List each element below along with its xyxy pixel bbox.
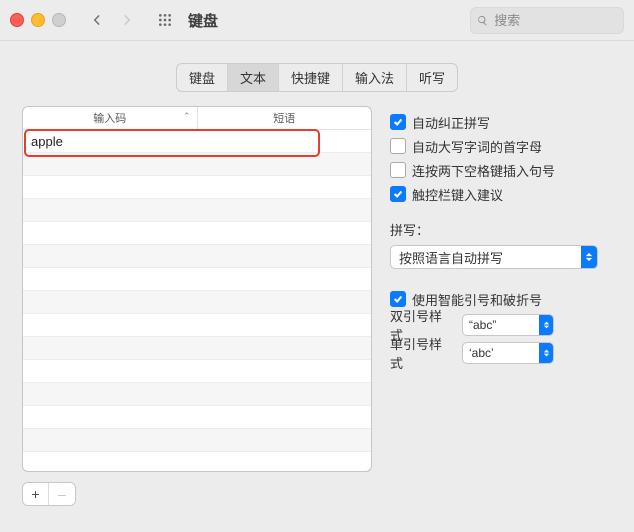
option-doublespace[interactable]: 连按两下空格键插入句号 [390,158,612,182]
stepper-icon [539,315,553,335]
checkbox-smartquotes[interactable] [390,291,406,307]
singlequote-select[interactable]: ‘abc’ [462,342,554,364]
spelling-select-value: 按照语言自动拼写 [391,248,581,267]
sort-indicator-icon: ⌃ [183,111,191,122]
table-row[interactable] [23,268,371,291]
table-row[interactable] [23,429,371,452]
show-all-button[interactable] [154,9,176,31]
stepper-icon [539,343,553,363]
traffic-lights [10,13,66,27]
cell-with [197,222,371,244]
stepper-icon [581,246,597,268]
checkbox-autocorrect[interactable] [390,114,406,130]
cell-with [197,360,371,382]
table-row[interactable] [23,245,371,268]
tab-bar: 键盘文本快捷键输入法听写 [0,63,634,92]
label-autocorrect: 自动纠正拼写 [412,113,490,132]
add-row-button[interactable]: + [23,483,49,505]
window-title: 键盘 [188,10,218,31]
cell-replace [23,429,197,451]
table-row[interactable] [23,452,371,472]
cell-replace [23,383,197,405]
cell-with [197,291,371,313]
cell-with [197,429,371,451]
table-row[interactable] [23,199,371,222]
window-toolbar: 键盘 [0,0,634,41]
option-autocorrect[interactable]: 自动纠正拼写 [390,110,612,134]
cell-with [197,268,371,290]
cell-with [197,153,371,175]
cell-replace [23,153,197,175]
cell-with [197,406,371,428]
text-replacement-table[interactable]: 输入码 ⌃ 短语 apple [22,106,372,472]
cell-with [197,176,371,198]
cell-with [197,199,371,221]
table-header-with-label: 短语 [273,110,295,126]
cell-replace [23,199,197,221]
cell-replace [23,176,197,198]
cell-replace [23,452,197,472]
table-row[interactable] [23,406,371,429]
cell-replace [23,360,197,382]
remove-row-button[interactable]: – [49,483,75,505]
checkbox-doublespace[interactable] [390,162,406,178]
tab-4[interactable]: 听写 [407,64,457,91]
cell-replace [23,337,197,359]
table-row[interactable] [23,360,371,383]
cell-with [197,130,371,152]
table-row[interactable] [23,314,371,337]
table-row[interactable] [23,222,371,245]
cell-replace: apple [23,130,197,152]
cell-replace [23,268,197,290]
table-row[interactable] [23,153,371,176]
singlequote-label: 单引号样式 [390,334,454,372]
spelling-label: 拼写： [390,220,612,239]
minimize-window-button[interactable] [31,13,45,27]
tab-2[interactable]: 快捷键 [279,64,343,91]
checkbox-capitalize[interactable] [390,138,406,154]
search-icon [477,14,488,27]
cell-with [197,452,371,472]
singlequote-select-value: ‘abc’ [463,346,539,360]
table-row[interactable] [23,337,371,360]
table-header-with[interactable]: 短语 [198,107,372,129]
cell-with [197,337,371,359]
tab-3[interactable]: 输入法 [343,64,407,91]
label-capitalize: 自动大写字词的首字母 [412,137,542,156]
cell-with [197,314,371,336]
forward-button[interactable] [116,9,138,31]
checkbox-touchbar[interactable] [390,186,406,202]
cell-replace [23,222,197,244]
cell-replace [23,245,197,267]
search-field[interactable] [470,7,624,34]
tab-segmented-control[interactable]: 键盘文本快捷键输入法听写 [176,63,458,92]
table-header-replace-label: 输入码 [93,110,126,126]
cell-replace [23,291,197,313]
table-row[interactable] [23,176,371,199]
tab-1[interactable]: 文本 [228,64,279,91]
close-window-button[interactable] [10,13,24,27]
table-row[interactable]: apple [23,130,371,153]
table-row[interactable] [23,383,371,406]
cell-replace [23,314,197,336]
doublequote-select[interactable]: “abc” [462,314,554,336]
cell-with [197,245,371,267]
table-header-replace[interactable]: 输入码 ⌃ [23,107,198,129]
back-button[interactable] [86,9,108,31]
add-remove-buttons: + – [22,482,76,506]
option-touchbar[interactable]: 触控栏键入建议 [390,182,612,206]
search-input[interactable] [492,12,617,29]
doublequote-select-value: “abc” [463,318,539,332]
cell-with [197,383,371,405]
spelling-select[interactable]: 按照语言自动拼写 [390,245,598,269]
option-capitalize[interactable]: 自动大写字词的首字母 [390,134,612,158]
maximize-window-button[interactable] [52,13,66,27]
tab-0[interactable]: 键盘 [177,64,228,91]
table-row[interactable] [23,291,371,314]
label-doublespace: 连按两下空格键插入句号 [412,161,555,180]
label-touchbar: 触控栏键入建议 [412,185,503,204]
cell-replace [23,406,197,428]
